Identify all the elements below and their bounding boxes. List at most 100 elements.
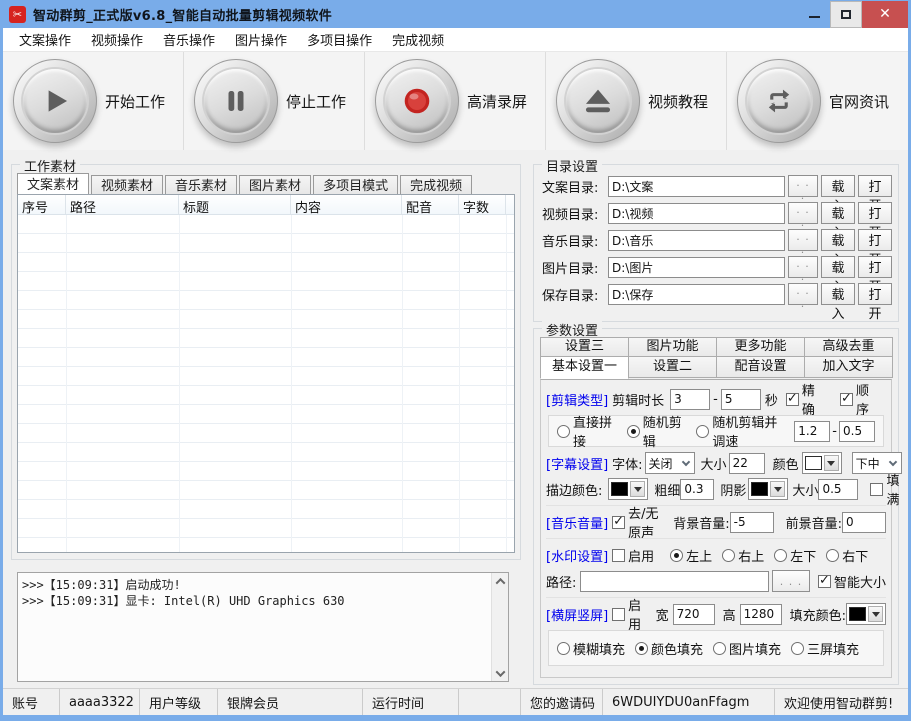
menu-item-multiproject[interactable]: 多项目操作: [297, 27, 382, 52]
copy-dir-load-button[interactable]: 载入: [821, 175, 855, 197]
tab-finished-video[interactable]: 完成视频: [400, 175, 472, 194]
official-site-button[interactable]: [737, 59, 821, 143]
outline-weight-input[interactable]: [680, 479, 714, 500]
tab-settings2[interactable]: 设置二: [628, 356, 717, 378]
mode-random-speed-radio[interactable]: 随机剪辑并调速: [696, 412, 790, 450]
copy-dir-browse-button[interactable]: . . .: [788, 175, 818, 197]
wm-path-input[interactable]: [580, 571, 769, 592]
tab-image-functions[interactable]: 图片功能: [628, 337, 717, 357]
bg-volume-input[interactable]: [730, 512, 774, 533]
save-dir-browse-button[interactable]: . . .: [788, 283, 818, 305]
save-dir-load-button[interactable]: 载入: [821, 283, 855, 305]
clip-max-input[interactable]: [721, 389, 761, 410]
font-select[interactable]: 关闭: [645, 452, 695, 474]
fill-color-radio[interactable]: 颜色填充: [635, 639, 703, 658]
font-size-input[interactable]: [729, 453, 765, 474]
wm-topleft-radio[interactable]: 左上: [670, 546, 712, 565]
tab-add-text[interactable]: 加入文字: [804, 356, 893, 378]
video-dir-load-button[interactable]: 载入: [821, 202, 855, 224]
screen-height-input[interactable]: [740, 604, 782, 625]
menu-item-finished[interactable]: 完成视频: [382, 27, 454, 52]
music-dir-input[interactable]: [608, 230, 785, 251]
wm-bottomright-radio[interactable]: 右下: [826, 546, 868, 565]
tab-video-material[interactable]: 视频素材: [91, 175, 163, 194]
clip-min-input[interactable]: [670, 389, 710, 410]
screen-height-label: 高: [723, 605, 736, 624]
menu-item-copywriting[interactable]: 文案操作: [9, 27, 81, 52]
dir-row-video: 视频目录: . . . 载入 打开: [542, 202, 892, 224]
tab-advanced-dedup[interactable]: 高级去重: [804, 337, 893, 357]
tab-image-material[interactable]: 图片素材: [239, 175, 311, 194]
menu-item-music[interactable]: 音乐操作: [153, 27, 225, 52]
scroll-up-icon[interactable]: [492, 573, 509, 589]
video-dir-input[interactable]: [608, 203, 785, 224]
minimize-button[interactable]: [798, 1, 830, 28]
shadow-size-input[interactable]: [818, 479, 858, 500]
wm-topright-radio[interactable]: 右上: [722, 546, 764, 565]
video-dir-open-button[interactable]: 打开: [858, 202, 892, 224]
materials-table-body[interactable]: [18, 215, 514, 552]
fill-blur-radio[interactable]: 模糊填充: [557, 639, 625, 658]
precise-checkbox[interactable]: 精确: [786, 380, 826, 418]
maximize-button[interactable]: [830, 1, 862, 28]
image-dir-open-button[interactable]: 打开: [858, 256, 892, 278]
close-button[interactable]: ✕: [862, 1, 908, 28]
col-voice[interactable]: 配音: [402, 195, 459, 214]
log-scrollbar[interactable]: [491, 573, 508, 681]
tab-copy-material[interactable]: 文案素材: [17, 173, 89, 194]
font-color-picker[interactable]: [802, 452, 842, 474]
col-words[interactable]: 字数: [459, 195, 506, 214]
menu-item-image[interactable]: 图片操作: [225, 27, 297, 52]
col-path[interactable]: 路径: [66, 195, 179, 214]
speed-max-input[interactable]: [839, 421, 875, 442]
music-dir-load-button[interactable]: 载入: [821, 229, 855, 251]
watermark-enable-checkbox[interactable]: 启用: [612, 546, 654, 565]
speed-min-input[interactable]: [794, 421, 830, 442]
outline-color-picker[interactable]: [608, 478, 648, 500]
mute-checkbox[interactable]: 去/无原声: [612, 503, 659, 541]
image-dir-input[interactable]: [608, 257, 785, 278]
tab-multiproject-mode[interactable]: 多项目模式: [313, 175, 398, 194]
col-content[interactable]: 内容: [291, 195, 402, 214]
stop-work-button[interactable]: [194, 59, 278, 143]
fill-image-radio[interactable]: 图片填充: [713, 639, 781, 658]
fg-volume-input[interactable]: [842, 512, 886, 533]
fill-color-picker[interactable]: [846, 603, 886, 625]
copy-dir-input[interactable]: [608, 176, 785, 197]
image-dir-browse-button[interactable]: . . .: [788, 256, 818, 278]
dir-row-save: 保存目录: . . . 载入 打开: [542, 283, 892, 305]
fill-triple-radio[interactable]: 三屏填充: [791, 639, 859, 658]
music-dir-open-button[interactable]: 打开: [858, 229, 892, 251]
app-logo-icon[interactable]: ✂: [9, 6, 26, 23]
tab-basic-settings1[interactable]: 基本设置一: [540, 356, 629, 379]
music-dir-browse-button[interactable]: . . .: [788, 229, 818, 251]
video-dir-browse-button[interactable]: . . .: [788, 202, 818, 224]
clip-duration-label: 剪辑时长: [612, 390, 664, 409]
tab-more-functions[interactable]: 更多功能: [716, 337, 805, 357]
fill-checkbox[interactable]: 填满: [870, 470, 899, 508]
save-dir-open-button[interactable]: 打开: [858, 283, 892, 305]
image-dir-load-button[interactable]: 载入: [821, 256, 855, 278]
tab-voice-settings[interactable]: 配音设置: [716, 356, 805, 378]
menu-item-video[interactable]: 视频操作: [81, 27, 153, 52]
save-dir-input[interactable]: [608, 284, 785, 305]
tab-music-material[interactable]: 音乐素材: [165, 175, 237, 194]
col-index[interactable]: 序号: [18, 195, 66, 214]
log-box[interactable]: >>>【15:09:31】启动成功!>>>【15:09:31】显卡: Intel…: [17, 572, 509, 682]
record-screen-button[interactable]: [375, 59, 459, 143]
screen-enable-checkbox[interactable]: 启用: [612, 595, 641, 633]
col-title[interactable]: 标题: [179, 195, 291, 214]
mode-direct-radio[interactable]: 直接拼接: [557, 412, 617, 450]
shadow-color-picker[interactable]: [748, 478, 788, 500]
scroll-down-icon[interactable]: [492, 665, 509, 681]
start-work-button[interactable]: [13, 59, 97, 143]
order-checkbox[interactable]: 顺序: [840, 380, 880, 418]
tab-settings3[interactable]: 设置三: [540, 337, 629, 357]
video-tutorial-button[interactable]: [556, 59, 640, 143]
copy-dir-open-button[interactable]: 打开: [858, 175, 892, 197]
smart-size-checkbox[interactable]: 智能大小: [818, 572, 886, 591]
screen-width-input[interactable]: [673, 604, 715, 625]
mode-random-radio[interactable]: 随机剪辑: [627, 412, 687, 450]
wm-browse-button[interactable]: . . .: [772, 570, 810, 592]
wm-bottomleft-radio[interactable]: 左下: [774, 546, 816, 565]
